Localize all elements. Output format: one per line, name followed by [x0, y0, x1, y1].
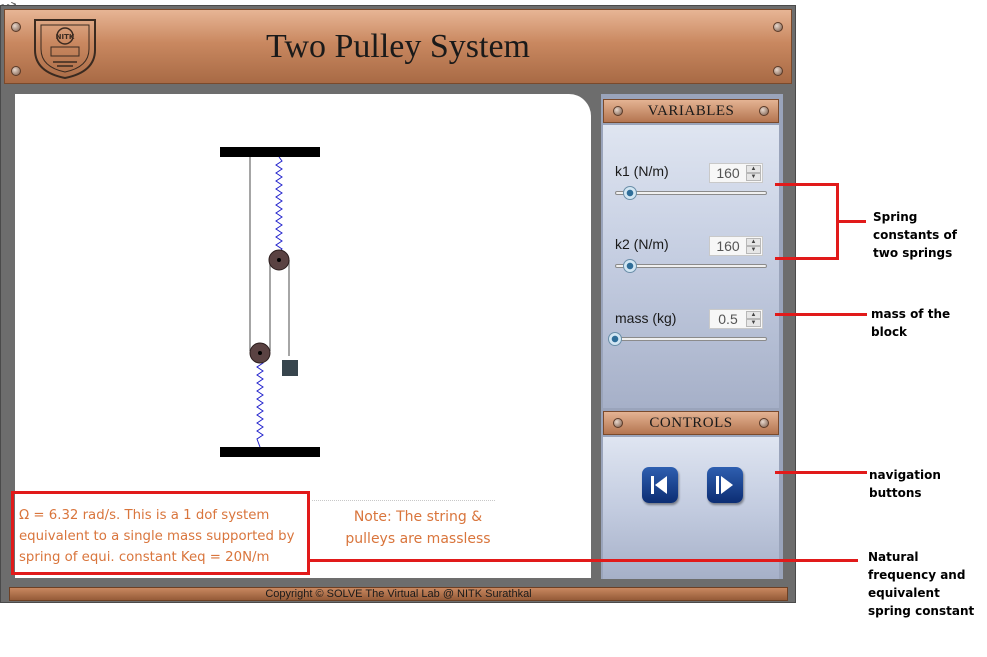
spring-k2: [275, 156, 283, 253]
annotation-natural-frequency: Natural frequency and equivalent spring …: [868, 550, 975, 618]
annotation-nav: navigation buttons: [869, 468, 941, 500]
side-panel: VARIABLES k1 (N/m) 160 ▲ ▼ k2 (N/m) 160 ▲…: [601, 94, 783, 579]
mass-increment-icon[interactable]: ▲: [746, 311, 761, 319]
k2-increment-icon[interactable]: ▲: [746, 238, 761, 246]
mass-block: [282, 360, 298, 376]
k1-stepper[interactable]: 160 ▲ ▼: [709, 163, 763, 183]
screw-icon: [759, 106, 769, 116]
annotation-line: [775, 257, 839, 260]
k1-increment-icon[interactable]: ▲: [746, 165, 761, 173]
k2-decrement-icon[interactable]: ▼: [746, 246, 761, 254]
note-text: Note: The string & pulleys are massless: [345, 509, 491, 547]
annotation-springs: Spring constants of two springs: [873, 210, 957, 260]
k1-slider[interactable]: [615, 191, 767, 195]
top-support: [220, 147, 320, 157]
k1-decrement-icon[interactable]: ▼: [746, 173, 761, 181]
variables-header: VARIABLES: [603, 99, 779, 123]
screw-icon: [613, 418, 623, 428]
footer-copyright: Copyright © SOLVE The Virtual Lab @ NITK…: [9, 587, 788, 601]
k1-value[interactable]: 160: [710, 164, 746, 182]
annotation-line: [836, 220, 866, 223]
variables-body: k1 (N/m) 160 ▲ ▼ k2 (N/m) 160 ▲ ▼ mass (kg…: [603, 125, 779, 408]
k2-stepper[interactable]: 160 ▲ ▼: [709, 236, 763, 256]
k2-label: k2 (N/m): [615, 236, 669, 252]
previous-button[interactable]: [642, 467, 678, 503]
k2-slider[interactable]: [615, 264, 767, 268]
bottom-support: [220, 447, 320, 457]
upper-pulley-axle: [277, 258, 281, 262]
screw-icon: [11, 66, 21, 76]
skip-forward-icon: [716, 476, 733, 494]
mass-label: mass (kg): [615, 310, 677, 326]
mass-stepper[interactable]: 0.5 ▲ ▼: [709, 309, 763, 329]
next-button[interactable]: [707, 467, 743, 503]
mass-slider[interactable]: [615, 337, 767, 341]
variables-title: VARIABLES: [647, 103, 735, 119]
divider: [312, 500, 495, 501]
mass-slider-thumb[interactable]: [608, 332, 622, 346]
mass-decrement-icon[interactable]: ▼: [746, 319, 761, 327]
controls-body: [603, 437, 779, 579]
k1-slider-thumb[interactable]: [623, 186, 638, 200]
app-header: NITK Two Pulley System: [4, 9, 792, 84]
k1-label: k1 (N/m): [615, 163, 669, 179]
app-title: Two Pulley System: [266, 28, 530, 65]
mass-value[interactable]: 0.5: [710, 310, 746, 328]
screw-icon: [613, 106, 623, 116]
skip-back-icon: [651, 476, 667, 494]
screw-icon: [773, 66, 783, 76]
annotation-line: [308, 559, 858, 562]
spring-k1: [256, 358, 264, 448]
controls-header: CONTROLS: [603, 411, 779, 435]
annotation-line: [775, 313, 867, 316]
lower-pulley-axle: [258, 351, 262, 355]
controls-title: CONTROLS: [649, 415, 733, 431]
highlight-box: [11, 491, 310, 575]
k2-slider-thumb[interactable]: [623, 259, 638, 273]
annotation-mass: mass of the block: [871, 307, 951, 339]
screw-icon: [759, 418, 769, 428]
annotation-line: [775, 471, 867, 474]
k2-value[interactable]: 160: [710, 237, 746, 255]
annotation-line: [775, 183, 839, 186]
